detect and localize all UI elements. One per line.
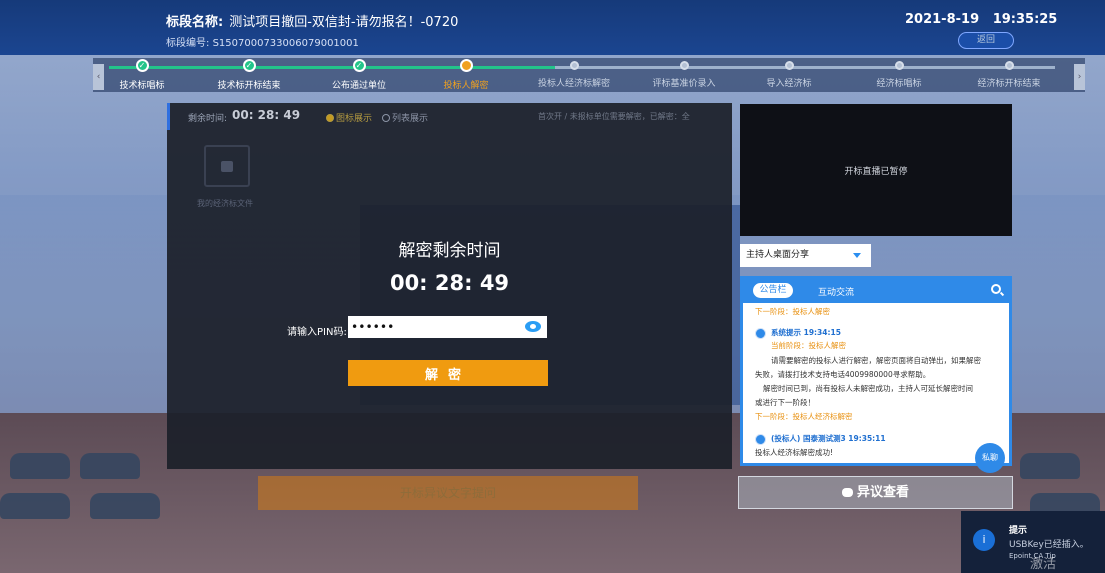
chat-line: 请需要解密的投标人进行解密，解密页面将自动弹出，如果解密 <box>771 356 981 365</box>
radio-checked-icon <box>326 114 334 122</box>
radio-icon-label: 图标展示 <box>336 114 373 124</box>
progress-step-label: 技术标开标结束 <box>217 81 281 91</box>
progress-step-label: 经济标唱标 <box>876 79 922 89</box>
video-status: 开标直播已暂停 <box>844 167 908 177</box>
progress-step-label: 公布通过单位 <box>331 81 386 91</box>
decrypt-button[interactable]: 解密 <box>348 360 548 386</box>
current-step-icon <box>459 59 473 72</box>
panel-topbar: 剩余时间: 00: 28: 49 图标展示 列表展示 首次开 / 未报标单位需要… <box>167 103 732 130</box>
remaining-value: 00: 28: 49 <box>232 108 301 122</box>
chat-line: 系统提示 19:34:15 <box>771 328 841 337</box>
folder-label: 我的经济标文件 <box>197 199 253 208</box>
chat-line: 失败，请拨打技术支持电话4009980000寻求帮助。 <box>755 370 931 379</box>
step-dot-icon <box>784 61 794 70</box>
step-dot-icon <box>679 61 689 70</box>
unlock-info: 首次开 / 未报标单位需要解密，已解密：全 <box>538 112 690 121</box>
back-button[interactable]: 返回 <box>958 32 1014 49</box>
seat <box>1020 453 1080 479</box>
objection-question-button[interactable]: 开标异议文字提问 <box>258 476 638 510</box>
chat-line: (投标人) 国泰测试测3 19:35:11 <box>771 434 886 443</box>
progress-step: ✓ 技术标唱标 <box>97 59 187 91</box>
progress-step: 经济标唱标 <box>854 59 944 89</box>
progress-step-label: 投标人经济标解密 <box>537 79 610 89</box>
tab-notice[interactable]: 公告栏 <box>753 283 793 298</box>
chat-line: 解密时间已到，尚有投标人未解密成功，主持人可延长解密时间 <box>763 384 973 393</box>
lock-icon <box>221 161 233 172</box>
pin-label: 请输入PIN码: <box>287 327 347 338</box>
check-icon: ✓ <box>135 59 149 72</box>
radio-list-label: 列表展示 <box>392 114 429 124</box>
info-icon: i <box>973 529 995 551</box>
title-value: 测试项目撤回-双信封-请勿报名！-0720 <box>229 15 459 30</box>
seat <box>0 493 70 519</box>
chat-messages: 下一阶段：投标人解密 系统提示 19:34:15 当前阶段：投标人解密 请需要解… <box>743 303 1009 473</box>
check-icon: ✓ <box>242 59 256 72</box>
avatar-icon <box>755 434 766 445</box>
date-text: 2021-8-19 <box>905 12 980 27</box>
chat-header: 公告栏 互动交流 <box>743 279 1009 303</box>
step-dot-icon <box>1004 61 1014 70</box>
toast-title: 提示 <box>1009 526 1028 536</box>
share-select-value: 主持人桌面分享 <box>746 250 810 260</box>
folder-lock-icon[interactable] <box>204 145 250 187</box>
chevron-down-icon <box>853 253 861 258</box>
header-bar: 标段名称: 测试项目撤回-双信封-请勿报名！-0720 标段编号: S150700… <box>0 0 1105 55</box>
progress-step-label: 评标基准价录入 <box>652 79 716 89</box>
progress-step: 导入经济标 <box>744 59 834 89</box>
project-title: 标段名称: 测试项目撤回-双信封-请勿报名！-0720 <box>166 11 458 30</box>
time-text: 19:35:25 <box>992 12 1058 27</box>
step-dot-icon <box>894 61 904 70</box>
progress-step: ✓ 公布通过单位 <box>314 59 404 91</box>
radio-icon-view[interactable]: 图标展示 <box>326 111 372 124</box>
decrypt-countdown: 00: 28: 49 <box>389 271 510 295</box>
share-select[interactable]: 主持人桌面分享 <box>740 244 871 267</box>
chat-line: 或进行下一阶段！ <box>755 398 815 407</box>
view-objection-label: 异议查看 <box>856 485 909 500</box>
remaining-label: 剩余时间: <box>188 114 228 124</box>
chat-line: 下一阶段：投标人经济标解密 <box>755 412 853 421</box>
chat-panel: 公告栏 互动交流 下一阶段：投标人解密 系统提示 19:34:15 当前阶段：投… <box>740 276 1012 473</box>
progress-step: ✓ 技术标开标结束 <box>204 59 294 91</box>
decrypt-panel: 剩余时间: 00: 28: 49 图标展示 列表展示 首次开 / 未报标单位需要… <box>167 103 732 469</box>
progress-step: 评标基准价录入 <box>639 59 729 89</box>
progress-step-label: 投标人解密 <box>443 81 489 91</box>
decrypt-title: 解密剩余时间 <box>398 241 501 261</box>
seat <box>10 453 70 479</box>
pin-input[interactable] <box>348 316 547 338</box>
tab-interaction[interactable]: 互动交流 <box>818 285 854 298</box>
chat-line: 下一阶段：投标人解密 <box>755 307 830 316</box>
view-objection-button[interactable]: 异议查看 <box>738 476 1013 509</box>
chat-line: 当前阶段：投标人解密 <box>771 341 846 350</box>
code-label: 标段编号: <box>166 38 210 49</box>
windows-watermark: 激活 Windows <box>1030 557 1088 573</box>
radio-list-view[interactable]: 列表展示 <box>382 111 428 124</box>
progress-step-label: 经济标开标结束 <box>977 79 1041 89</box>
stage-progress: ‹ › ✓ 技术标唱标 ✓ 技术标开标结束 ✓ 公布通过单位 投标人解密 投标人经济标解密 评标… <box>93 58 1085 92</box>
check-icon: ✓ <box>352 59 366 72</box>
avatar-icon <box>755 328 766 339</box>
datetime: 2021-8-19 19:35:25 <box>905 12 1057 27</box>
progress-step-label: 技术标唱标 <box>119 81 165 91</box>
search-icon[interactable] <box>991 284 1001 294</box>
progress-step-label: 导入经济标 <box>766 79 812 89</box>
seat <box>80 453 140 479</box>
progress-step: 投标人解密 <box>421 59 511 91</box>
toast-message: USBKey已经插入。 <box>1009 540 1089 550</box>
chat-line: 投标人经济标解密成功! <box>755 448 834 457</box>
live-video: 开标直播已暂停 <box>740 104 1012 236</box>
private-chat-button[interactable]: 私聊 <box>975 443 1005 473</box>
project-code: 标段编号: S1507000733006079001001 <box>166 34 359 49</box>
chat-bubble-icon <box>841 488 853 497</box>
seat <box>90 493 160 519</box>
progress-step: 投标人经济标解密 <box>529 59 619 89</box>
code-value: S1507000733006079001001 <box>212 38 359 49</box>
progress-right-arrow[interactable]: › <box>1074 64 1085 90</box>
eye-icon[interactable] <box>525 321 541 332</box>
title-label: 标段名称: <box>166 15 224 30</box>
step-dot-icon <box>569 61 579 70</box>
progress-step: 经济标开标结束 <box>964 59 1054 89</box>
radio-unchecked-icon <box>382 114 390 122</box>
